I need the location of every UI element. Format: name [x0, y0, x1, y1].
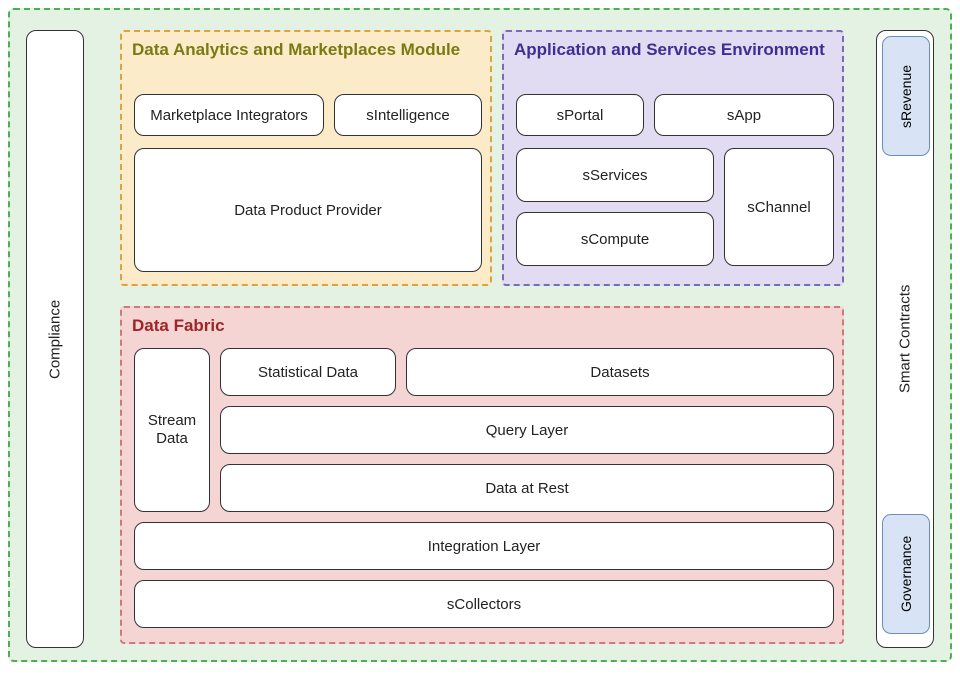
datasets-box: Datasets [406, 348, 834, 396]
sapp-box: sApp [654, 94, 834, 136]
integration-layer-box: Integration Layer [134, 522, 834, 570]
analytics-group: Data Analytics and Marketplaces Module M… [120, 30, 492, 286]
sintelligence-box: sIntelligence [334, 94, 482, 136]
scompute-box: sCompute [516, 212, 714, 266]
outer-container: Compliance Smart Contracts sRevenue Gove… [8, 8, 952, 662]
query-layer-box: Query Layer [220, 406, 834, 454]
statistical-data-box: Statistical Data [220, 348, 396, 396]
analytics-title: Data Analytics and Marketplaces Module [122, 32, 490, 62]
data-fabric-group: Data Fabric Stream Data Statistical Data… [120, 306, 844, 644]
scollectors-box: sCollectors [134, 580, 834, 628]
srevenue-badge: sRevenue [882, 36, 930, 156]
app-env-group: Application and Services Environment sPo… [502, 30, 844, 286]
marketplace-integrators-box: Marketplace Integrators [134, 94, 324, 136]
sportal-box: sPortal [516, 94, 644, 136]
sservices-box: sServices [516, 148, 714, 202]
governance-badge: Governance [882, 514, 930, 634]
app-env-title: Application and Services Environment [504, 32, 842, 62]
stream-data-box: Stream Data [134, 348, 210, 512]
data-fabric-title: Data Fabric [122, 308, 842, 338]
compliance-pillar: Compliance [26, 30, 84, 648]
data-product-provider-box: Data Product Provider [134, 148, 482, 272]
schannel-box: sChannel [724, 148, 834, 266]
data-at-rest-box: Data at Rest [220, 464, 834, 512]
